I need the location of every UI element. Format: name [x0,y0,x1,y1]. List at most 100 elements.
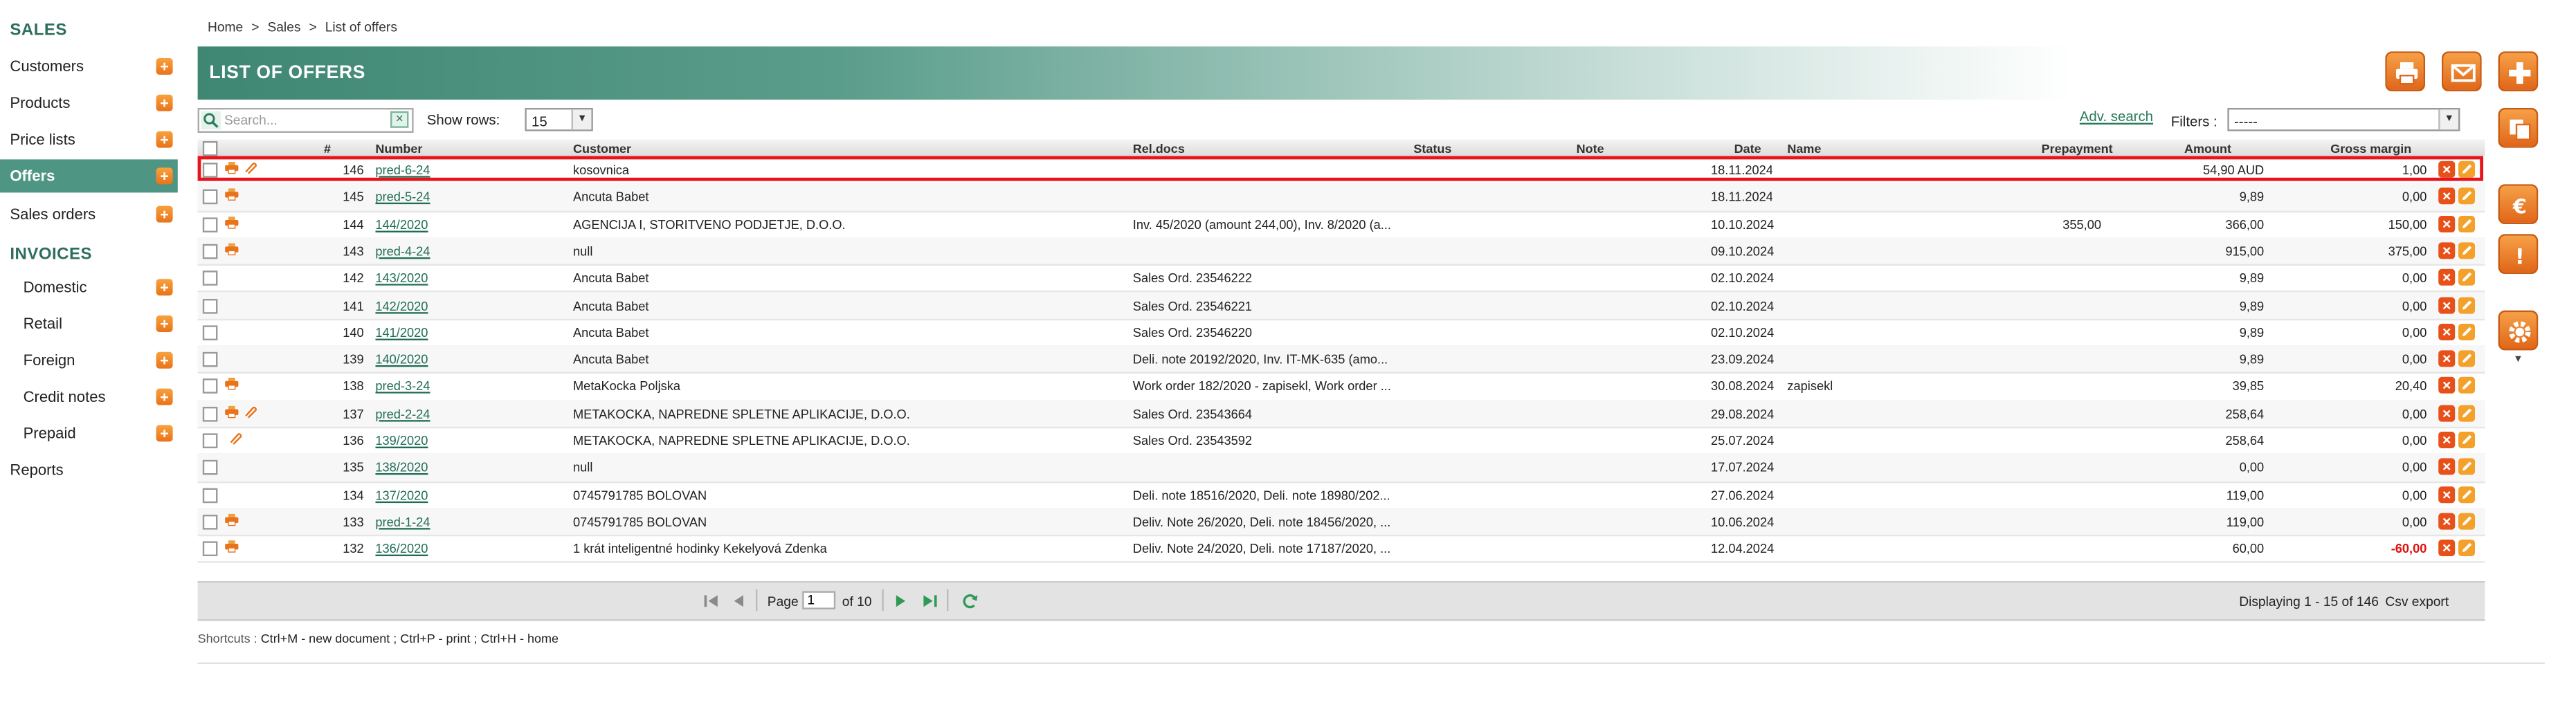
row-checkbox[interactable] [202,460,218,476]
edit-icon[interactable] [2458,215,2476,232]
row-checkbox[interactable] [202,514,218,530]
offer-number-link[interactable]: 139/2020 [375,433,428,448]
offer-number-link[interactable]: pred-2-24 [375,406,430,421]
delete-icon[interactable]: × [2438,269,2456,286]
delete-icon[interactable]: × [2438,540,2456,557]
sidebar-item-offers[interactable]: Offers + [0,159,178,193]
filters-select[interactable]: ----- ▼ [2227,108,2460,131]
print-icon[interactable] [224,378,239,391]
delete-icon[interactable]: × [2438,459,2456,476]
table-row[interactable]: 139 140/2020 Ancuta Babet Deli. note 20192/… [197,345,2485,374]
edit-icon[interactable] [2458,377,2476,394]
add-product-icon[interactable]: + [156,94,173,111]
sidebar-item-prepaid[interactable]: Prepaid + [0,416,178,450]
previous-page-icon[interactable] [731,593,747,609]
email-button[interactable] [2442,51,2482,91]
offer-number-link[interactable]: 136/2020 [375,542,428,557]
row-checkbox[interactable] [202,163,218,178]
column-header[interactable]: Customer [573,141,631,156]
row-checkbox[interactable] [202,270,218,286]
row-checkbox[interactable] [202,433,218,448]
offer-number-link[interactable]: 140/2020 [375,352,428,367]
add-domestic-icon[interactable]: + [156,279,173,296]
column-header[interactable]: Status [1413,141,1451,156]
column-header[interactable]: Prepayment [2042,141,2113,156]
table-row[interactable]: 137 pred-2-24 METAKOCKA, NAPREDNE SPLETNE … [197,399,2485,429]
edit-icon[interactable] [2458,269,2476,286]
delete-icon[interactable]: × [2438,296,2456,313]
edit-icon[interactable] [2458,459,2476,476]
sidebar-item-price-lists[interactable]: Price lists + [0,123,178,156]
offer-number-link[interactable]: pred-1-24 [375,515,430,530]
row-checkbox[interactable] [202,541,218,557]
delete-icon[interactable]: × [2438,215,2456,232]
offer-number-link[interactable]: 141/2020 [375,325,428,340]
add-price-list-icon[interactable]: + [156,131,173,148]
delete-icon[interactable]: × [2438,323,2456,340]
add-customer-icon[interactable]: + [156,58,173,75]
print-icon[interactable] [224,215,239,228]
attachment-icon[interactable] [242,405,257,418]
sidebar-item-retail[interactable]: Retail + [0,307,178,340]
offer-number-link[interactable]: pred-4-24 [375,244,430,259]
offer-number-link[interactable]: 137/2020 [375,488,428,503]
edit-icon[interactable] [2458,404,2476,421]
column-header[interactable]: Number [375,141,422,156]
print-icon[interactable] [224,188,239,201]
search-input[interactable] [224,109,388,130]
column-header[interactable]: Gross margin [2330,141,2411,156]
column-header[interactable]: Rel.docs [1133,141,1185,156]
add-prepaid-icon[interactable]: + [156,425,173,442]
row-checkbox[interactable] [202,244,218,259]
add-retail-icon[interactable]: + [156,315,173,333]
row-checkbox[interactable] [202,352,218,367]
sidebar-item-domestic[interactable]: Domestic + [0,270,178,304]
sidebar-item-customers[interactable]: Customers + [0,50,178,83]
row-checkbox[interactable] [202,190,218,205]
edit-icon[interactable] [2458,160,2476,178]
print-button[interactable] [2385,51,2426,91]
page-number-input[interactable] [802,591,836,609]
copy-button[interactable] [2498,108,2539,148]
table-row[interactable]: 141 142/2020 Ancuta Babet Sales Ord. 235462… [197,291,2485,320]
delete-icon[interactable]: × [2438,187,2456,205]
offer-number-link[interactable]: pred-3-24 [375,379,430,394]
column-header[interactable]: Name [1787,141,1821,156]
edit-icon[interactable] [2458,187,2476,205]
breadcrumb-sales[interactable]: Sales [267,20,300,35]
show-rows-select[interactable]: 15 ▼ [525,108,593,131]
offer-number-link[interactable]: pred-5-24 [375,190,430,205]
add-foreign-icon[interactable]: + [156,351,173,369]
table-row[interactable]: 136 139/2020 METAKOCKA, NAPREDNE SPLETNE A… [197,427,2485,456]
table-row[interactable]: 145 pred-5-24 Ancuta Babet 18.11.2024 9,89 0,… [197,183,2485,212]
print-icon[interactable] [224,405,239,418]
offer-number-link[interactable]: pred-6-24 [375,163,430,178]
delete-icon[interactable]: × [2438,432,2456,448]
add-offer-icon[interactable]: + [156,167,173,185]
row-checkbox[interactable] [202,487,218,503]
add-offer-button[interactable] [2498,51,2539,91]
offer-number-link[interactable]: 144/2020 [375,217,428,232]
row-checkbox[interactable] [202,297,218,313]
delete-icon[interactable]: × [2438,486,2456,503]
table-row[interactable]: 142 143/2020 Ancuta Babet Sales Ord. 235462… [197,264,2485,293]
edit-icon[interactable] [2458,350,2476,367]
print-icon[interactable] [224,242,239,255]
table-row[interactable]: 138 pred-3-24 MetaKocka Poljska Work order … [197,373,2485,402]
refresh-icon[interactable] [962,593,979,609]
print-icon[interactable] [224,540,239,553]
delete-icon[interactable]: × [2438,513,2456,530]
row-checkbox[interactable] [202,217,218,232]
advanced-search-link[interactable]: Adv. search [2080,108,2153,125]
table-row[interactable]: 135 138/2020 null 17.07.2024 0,00 0,00 × [197,453,2485,483]
row-checkbox[interactable] [202,324,218,340]
sidebar-item-credit-notes[interactable]: Credit notes + [0,380,178,414]
attachment-icon[interactable] [242,161,257,174]
table-row[interactable]: 140 141/2020 Ancuta Babet Sales Ord. 235462… [197,318,2485,347]
edit-icon[interactable] [2458,513,2476,530]
sidebar-item-reports[interactable]: Reports [0,453,178,486]
sidebar-item-products[interactable]: Products + [0,86,178,120]
next-page-icon[interactable] [892,593,909,609]
offer-number-link[interactable]: 143/2020 [375,271,428,286]
edit-icon[interactable] [2458,486,2476,503]
